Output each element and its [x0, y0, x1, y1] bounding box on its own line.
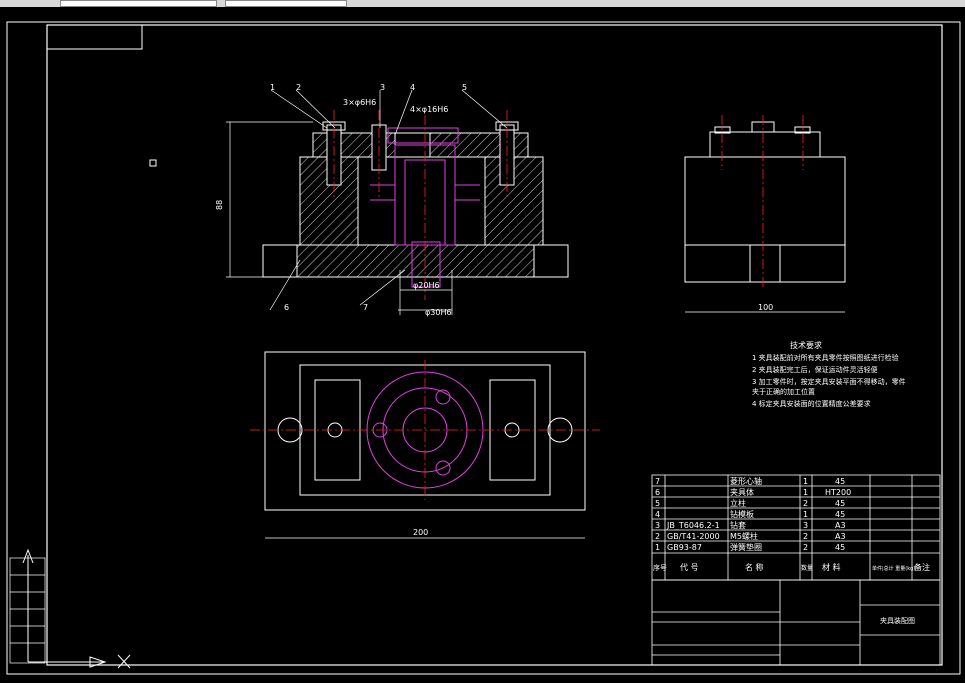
balloon-5: 5: [462, 83, 467, 92]
bom-qty-2: 2: [803, 532, 808, 541]
bom-no-6: 6: [655, 488, 660, 497]
bom-mat-3: A3: [835, 521, 846, 530]
bom-no-4: 4: [655, 510, 660, 519]
bom-name-2: M5螺柱: [730, 531, 758, 541]
balloon-3: 3: [380, 83, 385, 92]
balloon-2: 2: [296, 83, 301, 92]
dim-hole: 3×φ6H6: [343, 98, 376, 107]
command-field[interactable]: [60, 0, 217, 7]
bom-header-name: 名 称: [745, 562, 764, 572]
balloon-6: 6: [284, 303, 289, 312]
bom-name-3: 钻套: [730, 520, 746, 530]
front-view-dims: [226, 89, 508, 315]
window-top-bar: [0, 0, 965, 7]
bom-mat-6: HT200: [825, 488, 851, 497]
bom-header-no: 序号: [653, 563, 667, 572]
dim-height: 88: [215, 200, 224, 210]
bom-code-3: JB_T6046.2-1: [666, 521, 720, 530]
balloon-1: 1: [270, 83, 275, 92]
bom-name-5: 立柱: [730, 498, 746, 508]
bom-code-1: GB93-87: [667, 543, 702, 552]
bom-qty-5: 2: [803, 499, 808, 508]
bom-no-7: 7: [655, 477, 660, 486]
bom-header-code: 代 号: [680, 562, 699, 572]
dim-dia2: φ30H6: [425, 308, 452, 317]
bom-rows: 7 菱形心轴 1 45 6 夹具体 1 HT200 5 立柱 2 45 4 钻模…: [653, 476, 930, 572]
tech-item-2: 2 夹具装配完工后，保证运动件灵活轻便: [752, 365, 878, 374]
bom-mat-1: 45: [835, 543, 845, 552]
tech-item-4: 夹于正确的加工位置: [752, 387, 815, 396]
bom-mat-7: 45: [835, 477, 845, 486]
bom-no-3: 3: [655, 521, 660, 530]
balloon-4: 4: [410, 83, 415, 92]
tech-item-5: 4 标定夹具安装面的位置精度公差要求: [752, 399, 871, 408]
dim-side-width: 100: [758, 303, 773, 312]
bom-name-4: 钻模板: [730, 509, 754, 519]
tech-item-3: 3 加工零件时，按定夹具安装平面不得移动，零件: [752, 377, 906, 386]
bom-qty-7: 1: [803, 477, 808, 486]
bom-name-6: 夹具体: [730, 487, 754, 497]
bom-code-2: GB/T41-2000: [667, 532, 720, 541]
side-view: [684, 121, 846, 313]
bom-header-note: 备注: [914, 562, 930, 572]
bom-no-5: 5: [655, 499, 660, 508]
bom-mat-4: 45: [835, 510, 845, 519]
layer-field[interactable]: [225, 0, 347, 7]
corner-box: [46, 24, 143, 50]
bom-header-unit: 单件|总计 重量(kg): [872, 565, 915, 572]
bom-qty-6: 1: [803, 488, 808, 497]
cad-drawing-canvas[interactable]: 88 φ20H6 φ30H6 3×φ6H6 4×φ16H6 1 2 3 4 5 …: [0, 7, 965, 683]
bom-no-1: 1: [655, 543, 660, 552]
tech-heading: 技术要求: [790, 340, 822, 350]
bom-name-7: 菱形心轴: [730, 476, 762, 486]
bom-no-2: 2: [655, 532, 660, 541]
bom-qty-4: 1: [803, 510, 808, 519]
balloon-7: 7: [363, 303, 368, 312]
bom-qty-1: 2: [803, 543, 808, 552]
dim-plan-width: 200: [413, 528, 428, 537]
bom-qty-3: 3: [803, 521, 808, 530]
bom-mat-2: A3: [835, 532, 846, 541]
dim-fit: 4×φ16H6: [410, 105, 448, 114]
title-block-name: 夹具装配图: [880, 616, 915, 625]
dim-dia1: φ20H6: [413, 281, 440, 290]
small-marker: [149, 159, 157, 167]
bom-name-1: 弹簧垫圈: [730, 542, 762, 552]
tech-item-1: 1 夹具装配前对所有夹具零件按照图纸进行检验: [752, 353, 899, 362]
bom-header-qty: 数量: [801, 564, 813, 572]
bom-mat-5: 45: [835, 499, 845, 508]
bom-header-mat: 材 料: [822, 562, 841, 572]
